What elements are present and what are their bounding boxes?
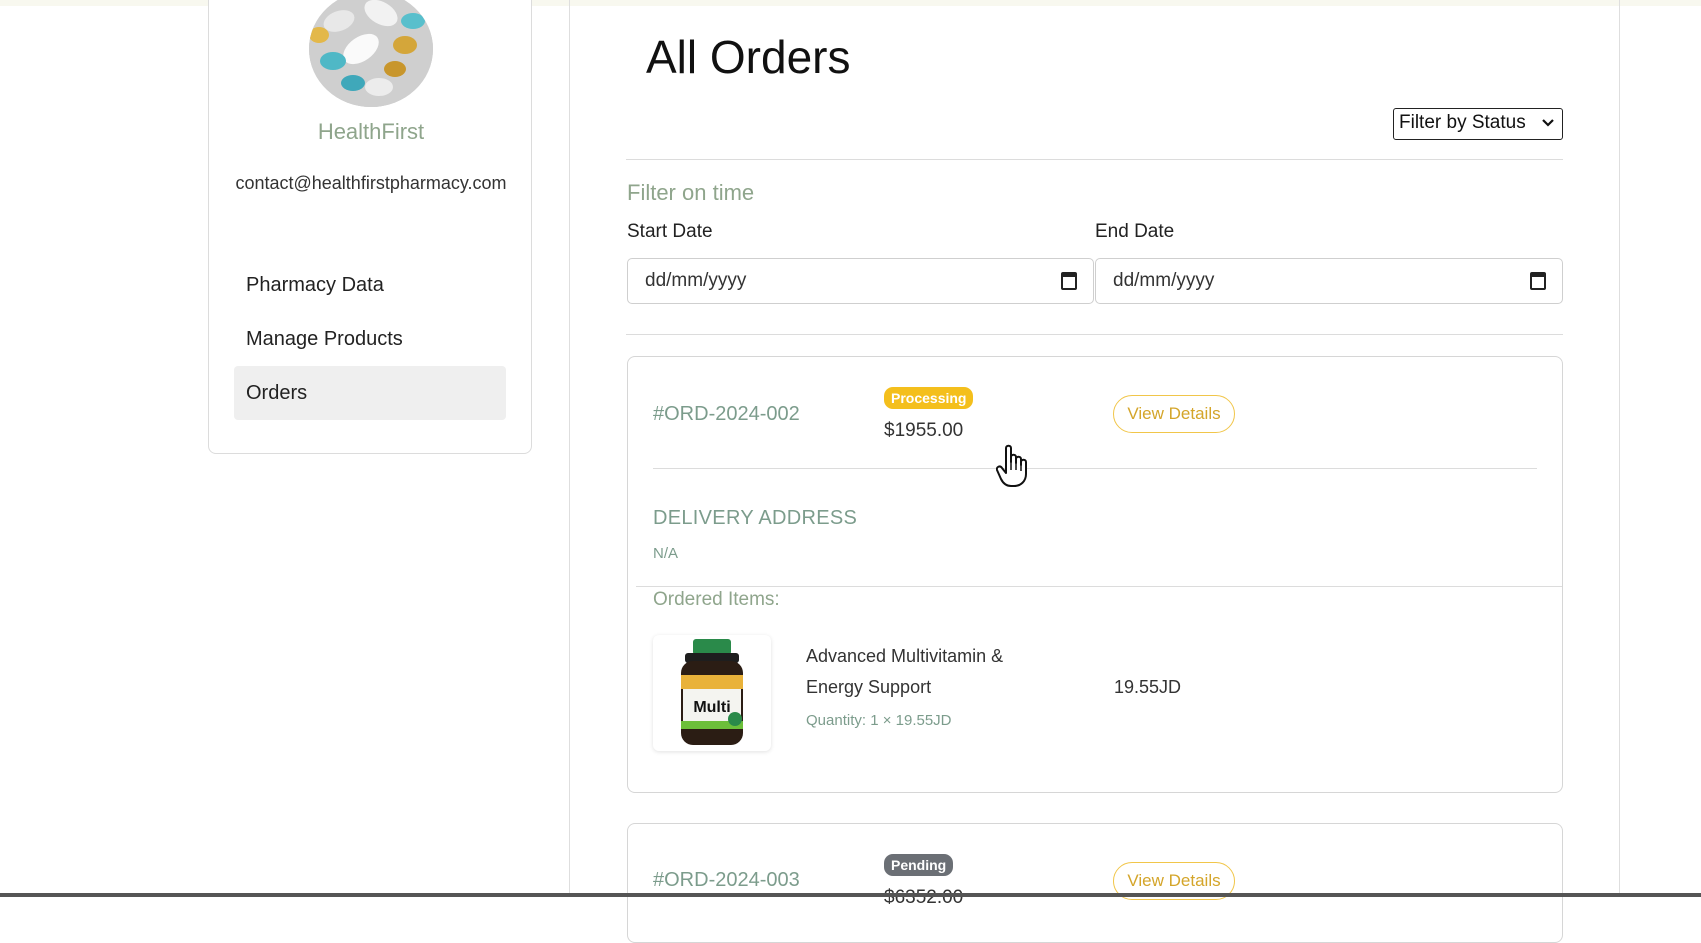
status-badge: Pending (884, 854, 954, 876)
end-date-placeholder: dd/mm/yyyy (1113, 270, 1215, 291)
view-details-button[interactable]: View Details (1113, 395, 1235, 433)
end-date-input[interactable]: dd/mm/yyyy (1095, 258, 1563, 304)
order-total: $1955.00 (884, 420, 964, 441)
page-title: All Orders (646, 31, 851, 83)
order-card: #ORD-2024-002 Processing $1955.00 View D… (627, 356, 1563, 793)
status-badge: Processing (884, 387, 974, 409)
time-filter-title: Filter on time (627, 180, 755, 205)
delivery-address-value: N/A (653, 545, 679, 562)
hand-cursor-icon (995, 444, 1030, 488)
pharmacy-email: contact@healthfirstpharmacy.com (235, 173, 507, 193)
end-date-label: End Date (1095, 221, 1175, 242)
sidebar-profile-card: HealthFirst contact@healthfirstpharmacy.… (208, 0, 532, 454)
pharmacy-name: HealthFirst (317, 119, 425, 144)
sidebar-item-pharmacy-data[interactable]: Pharmacy Data (234, 258, 506, 312)
content-border-left (569, 0, 570, 897)
calendar-icon[interactable] (1061, 272, 1077, 290)
delivery-address-title: DELIVERY ADDRESS (653, 507, 858, 529)
item-quantity: Quantity: 1 × 19.55JD (806, 712, 952, 729)
bottom-strip (0, 893, 1701, 897)
chevron-down-icon (1542, 109, 1554, 146)
order-id: #ORD-2024-003 (653, 869, 800, 891)
product-image: Multi (653, 635, 771, 751)
svg-text:Multi: Multi (693, 699, 730, 716)
status-filter-value: Filter by Status (1399, 112, 1526, 133)
order-id: #ORD-2024-002 (653, 403, 800, 425)
divider (626, 334, 1563, 335)
divider (626, 159, 1563, 160)
ordered-items-title: Ordered Items: (653, 589, 780, 610)
divider (636, 586, 1562, 587)
item-name: Advanced Multivitamin & Energy Support (806, 646, 1004, 697)
sidebar-nav: Pharmacy Data Manage Products Orders (234, 258, 506, 420)
start-date-input[interactable]: dd/mm/yyyy (627, 258, 1094, 304)
order-total: $6352.00 (884, 887, 964, 908)
item-price: 19.55JD (1114, 677, 1182, 697)
calendar-icon[interactable] (1530, 272, 1546, 290)
start-date-placeholder: dd/mm/yyyy (645, 270, 747, 291)
status-filter-select[interactable]: Filter by Status (1393, 108, 1563, 140)
sidebar-item-orders[interactable]: Orders (234, 366, 506, 420)
avatar (309, 0, 433, 107)
sidebar-item-manage-products[interactable]: Manage Products (234, 312, 506, 366)
divider (653, 468, 1537, 469)
content-border-right (1619, 0, 1620, 897)
order-card: #ORD-2024-003 Pending $6352.00 View Deta… (627, 823, 1563, 943)
start-date-label: Start Date (627, 221, 713, 242)
